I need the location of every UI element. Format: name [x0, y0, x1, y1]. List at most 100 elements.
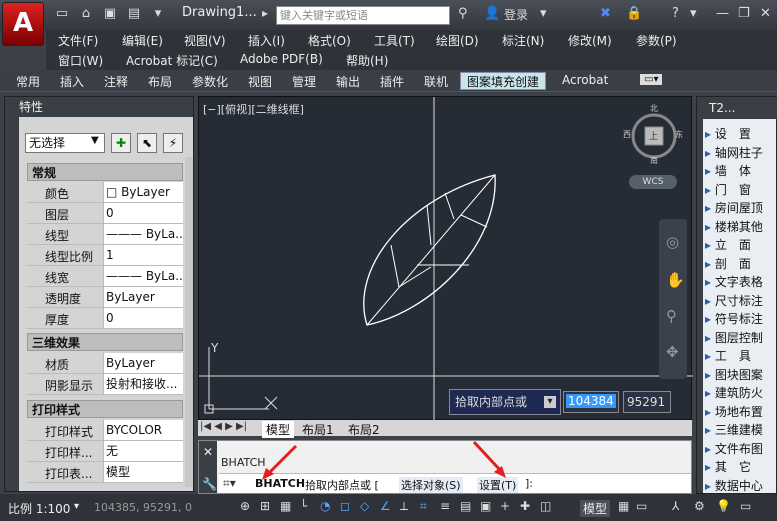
tool-menu-item[interactable]: ▸ 工 具: [705, 347, 777, 366]
login-dropdown-icon[interactable]: ▾: [540, 6, 547, 21]
menu-modify[interactable]: 修改(M): [568, 32, 612, 49]
wrench-icon[interactable]: 🔧: [202, 477, 217, 491]
tab-layout1[interactable]: 布局1: [302, 421, 334, 438]
infer-constraints-icon[interactable]: ⊕: [240, 499, 250, 513]
prop-row-ltscale[interactable]: 线型比例 1: [27, 245, 183, 266]
binoculars-icon[interactable]: ⚲: [458, 6, 468, 21]
menu-adobe-pdf[interactable]: Adobe PDF(B): [240, 52, 323, 66]
wcs-menu[interactable]: WCS: [629, 175, 677, 189]
orbit-icon[interactable]: ✥: [666, 343, 679, 361]
menu-file[interactable]: 文件(F): [58, 32, 98, 49]
zoom-icon[interactable]: ⚲: [666, 307, 677, 325]
prop-row-plotstyle-table[interactable]: 打印样... 无: [27, 441, 183, 462]
menu-acrobat-markup[interactable]: Acrobat 标记(C): [126, 52, 218, 69]
restore-icon[interactable]: ❐: [738, 6, 750, 21]
polar-icon[interactable]: ◔: [320, 499, 330, 513]
user-icon[interactable]: 👤: [484, 6, 500, 21]
search-arrow-icon[interactable]: ▸: [262, 6, 268, 20]
tool-menu-item[interactable]: ▸ 三维建模: [705, 421, 777, 440]
new-file-icon[interactable]: ▭: [54, 6, 70, 22]
close-icon[interactable]: ✕: [760, 6, 771, 21]
tool-menu-item[interactable]: ▸ 门 窗: [705, 181, 777, 200]
prop-row-plot-table-attached[interactable]: 打印表... 模型: [27, 462, 183, 483]
tool-menu-item[interactable]: ▸ 文件布图: [705, 440, 777, 459]
quick-view-layouts-icon[interactable]: ▦: [618, 499, 629, 513]
y-coordinate-input[interactable]: 95291: [623, 391, 671, 413]
tab-parametric[interactable]: 参数化: [192, 73, 228, 90]
tool-menu-item[interactable]: ▸ 场地布置: [705, 403, 777, 422]
application-menu-button[interactable]: A: [2, 2, 44, 46]
quick-select-icon[interactable]: ⚡: [163, 133, 183, 153]
properties-scrollbar[interactable]: [185, 157, 193, 487]
toggle-pickadd-icon[interactable]: ✚: [111, 133, 131, 153]
grid-icon[interactable]: ▦: [280, 499, 291, 513]
tool-menu-item[interactable]: ▸ 其 它: [705, 458, 777, 477]
tab-scroll-icons[interactable]: |◀ ◀ ▶ ▶|: [200, 421, 247, 432]
select-objects-icon[interactable]: ⬉: [137, 133, 157, 153]
ducs-icon[interactable]: ⟂: [400, 499, 408, 514]
minimize-icon[interactable]: —: [716, 6, 729, 21]
chevron-down-icon[interactable]: ▼: [91, 135, 99, 146]
tab-plugins[interactable]: 插件: [380, 73, 404, 90]
x-coordinate-input[interactable]: 104384: [563, 391, 619, 413]
prop-row-linetype[interactable]: 线型 ——— ByLa...: [27, 224, 183, 245]
drawing-canvas[interactable]: [−][俯视][二维线框] Y 北 南 西 东 上 WCS ◎ ✋ ⚲ ✥ 拾取…: [198, 96, 693, 421]
tab-insert[interactable]: 插入: [60, 73, 84, 90]
menu-view[interactable]: 视图(V): [184, 32, 226, 49]
lineweight-icon[interactable]: ≡: [440, 499, 450, 513]
menu-edit[interactable]: 编辑(E): [122, 32, 163, 49]
tool-menu-item[interactable]: ▸ 符号标注: [705, 310, 777, 329]
lock-icon[interactable]: 🔒: [626, 6, 642, 21]
prop-row-shadow[interactable]: 阴影显示 投射和接收...: [27, 374, 183, 395]
tab-view[interactable]: 视图: [248, 73, 272, 90]
otrack-icon[interactable]: ∠: [380, 499, 391, 513]
tool-menu-item[interactable]: ▸ 墙 体: [705, 162, 777, 181]
prop-row-transparency[interactable]: 透明度 ByLayer: [27, 287, 183, 308]
pan-icon[interactable]: ✋: [666, 271, 685, 289]
section-3d[interactable]: 三维效果: [27, 333, 183, 351]
command-input[interactable]: ⌗▾ BHATCH 拾取内部点或 [ 选择对象(S) 设置(T) ]:: [219, 473, 691, 493]
tool-menu-item[interactable]: ▸ 图块图案: [705, 366, 777, 385]
close-icon[interactable]: ✕: [203, 445, 213, 459]
command-prompt-icon[interactable]: ⌗▾: [223, 476, 236, 491]
tool-menu-item[interactable]: ▸ 房间屋顶: [705, 199, 777, 218]
3dosnap-icon[interactable]: ◇: [360, 499, 369, 513]
tab-manage[interactable]: 管理: [292, 73, 316, 90]
quick-view-drawings-icon[interactable]: ▭: [636, 499, 647, 513]
selection-cycling-icon[interactable]: +: [500, 499, 510, 513]
tool-menu-item[interactable]: ▸ 文字表格: [705, 273, 777, 292]
quick-properties-icon[interactable]: ▣: [480, 499, 491, 513]
drawing-geometry[interactable]: [199, 97, 693, 421]
help-dropdown-icon[interactable]: ▾: [690, 6, 697, 21]
tool-menu-item[interactable]: ▸ 设 置: [705, 125, 777, 144]
tab-acrobat[interactable]: Acrobat: [562, 73, 608, 87]
tool-menu-item[interactable]: ▸ 图层控制: [705, 329, 777, 348]
transparency-icon[interactable]: ▤: [460, 499, 471, 513]
login-button[interactable]: 登录: [504, 6, 528, 23]
menu-window[interactable]: 窗口(W): [58, 52, 103, 69]
menu-format[interactable]: 格式(O): [308, 32, 351, 49]
tab-model[interactable]: 模型: [262, 421, 295, 438]
open-file-icon[interactable]: ⌂: [78, 6, 94, 22]
menu-dimension[interactable]: 标注(N): [502, 32, 544, 49]
tool-menu-item[interactable]: ▸ 数据中心: [705, 477, 777, 496]
prop-row-color[interactable]: 颜色 □ ByLayer: [27, 182, 183, 203]
tool-menu-item[interactable]: ▸ 剖 面: [705, 255, 777, 274]
section-print[interactable]: 打印样式: [27, 400, 183, 418]
steering-wheel-icon[interactable]: ◎: [666, 233, 679, 251]
prop-row-layer[interactable]: 图层 0: [27, 203, 183, 224]
ortho-icon[interactable]: └: [300, 499, 307, 513]
prop-row-plotstyle[interactable]: 打印样式 BYCOLOR: [27, 420, 183, 441]
tab-annotate[interactable]: 注释: [104, 73, 128, 90]
tool-menu-item[interactable]: ▸ 楼梯其他: [705, 218, 777, 237]
command-window[interactable]: ✕ 🔧 BHATCH ⌗▾ BHATCH 拾取内部点或 [ 选择对象(S) 设置…: [198, 440, 692, 494]
menu-draw[interactable]: 绘图(D): [436, 32, 479, 49]
tab-layout[interactable]: 布局: [148, 73, 172, 90]
scale-dropdown-icon[interactable]: ▾: [74, 501, 79, 512]
search-input[interactable]: 键入关键字或短语: [276, 6, 450, 25]
tool-menu-item[interactable]: ▸ 立 面: [705, 236, 777, 255]
ribbon-toggle-icon[interactable]: ▭▾: [640, 74, 663, 85]
menu-parametric[interactable]: 参数(P): [636, 32, 677, 49]
saveas-icon[interactable]: ▤: [126, 6, 142, 22]
section-general[interactable]: 常规: [27, 163, 183, 181]
